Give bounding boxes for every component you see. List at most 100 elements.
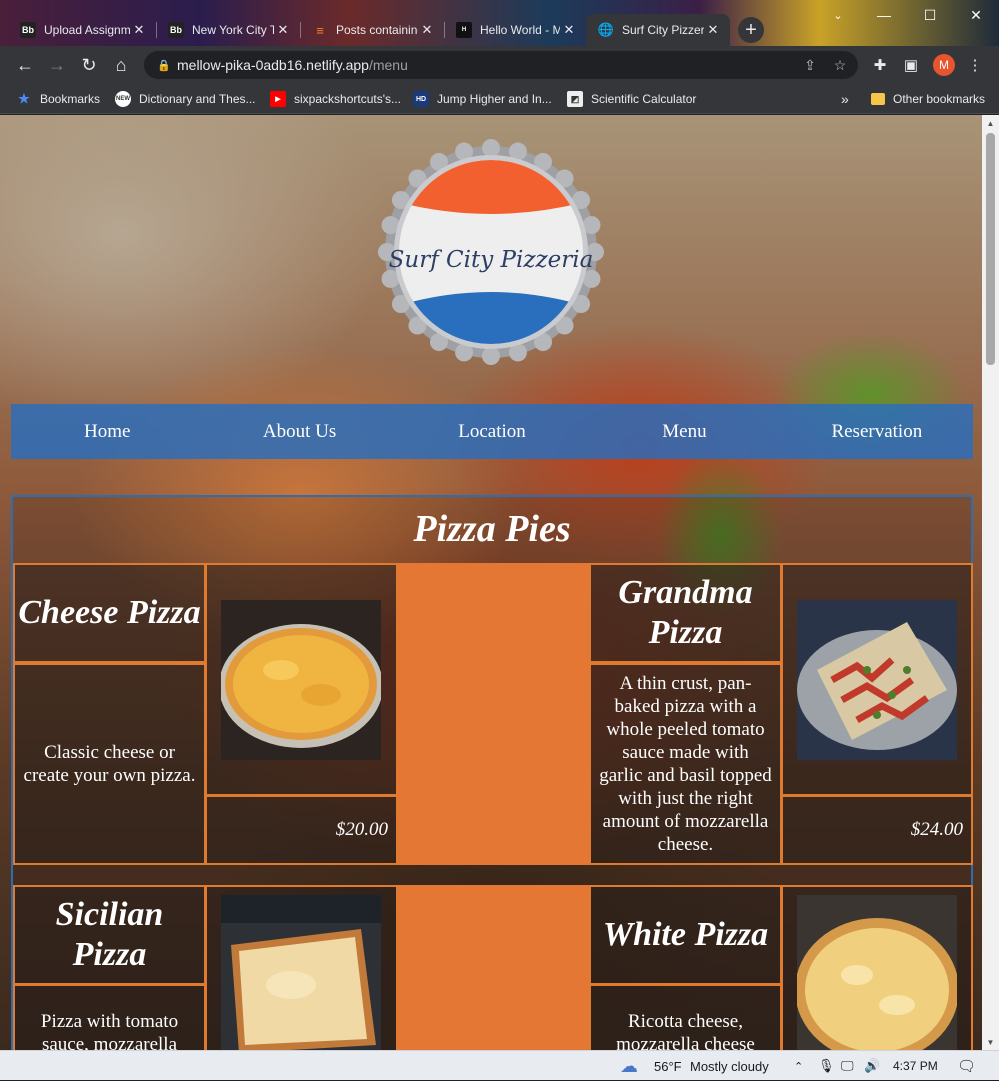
nav-menu[interactable]: Menu [588,404,780,459]
weather-cloud-icon[interactable]: ☁ [620,1051,638,1081]
grandma-pizza-photo [797,600,957,760]
bookmarks-bar: ★ Bookmarks NEW Dictionary and Thes... ▶… [0,84,999,114]
site-nav: Home About Us Location Menu Reservation [11,404,973,459]
scroll-down-icon[interactable]: ▼ [982,1034,999,1050]
back-icon[interactable]: ← [12,52,38,78]
bookmark-bookmarks[interactable]: ★ Bookmarks [16,90,100,108]
menu-title: Pizza Pies [413,508,571,550]
minimize-icon[interactable]: — [861,0,907,30]
happy-coding-icon: H [456,22,472,38]
cap-crimp-tooth [482,139,500,157]
bookmark-label: Other bookmarks [893,92,986,106]
blackboard-icon: Bb [20,22,36,38]
bookmark-star-icon[interactable]: ☆ [828,57,852,74]
new-tab-button[interactable]: + [738,17,764,43]
bookmark-sixpackshortcuts[interactable]: ▶ sixpackshortcuts's... [270,90,401,108]
nav-about-us[interactable]: About Us [203,404,395,459]
close-icon[interactable]: ✕ [560,22,578,38]
tab-surf-city-pizzeria[interactable]: 🌐 Surf City Pizzer ✕ [586,14,730,46]
bookmark-label: Scientific Calculator [591,92,697,106]
cheese-pizza-photo [221,600,381,760]
more-menu-icon[interactable]: ⋮ [964,54,986,76]
cheese-pizza-description: Classic cheese or create your own pizza. [13,663,206,865]
url-text[interactable]: mellow-pika-0adb16.netlify.app/menu [177,57,798,73]
side-panel-icon[interactable]: ▣ [900,54,922,76]
taskbar: ☁ 56°F Mostly cloudy ⌃ 🎙 🖵 🔊 4:37 PM 🗨 [0,1050,999,1080]
tray-chevron-icon[interactable]: ⌃ [794,1051,803,1081]
home-icon[interactable]: ⌂ [108,52,134,78]
dictionary-icon: NEW [115,91,131,107]
notifications-icon[interactable]: 🗨 [957,1051,976,1081]
cheese-pizza-title: Cheese Pizza [13,563,206,663]
tab-upload-assignment[interactable]: Bb Upload Assignm ✕ [8,14,156,46]
nav-home[interactable]: Home [11,404,203,459]
close-icon[interactable]: ✕ [418,22,436,38]
volume-icon[interactable]: 🔊 [864,1051,880,1081]
bookmark-label: Dictionary and Thes... [139,92,256,106]
forward-icon[interactable]: → [44,52,70,78]
lock-icon: 🔒 [157,59,171,72]
page-viewport: Surf City Pizzeria Home About Us Locatio… [0,115,999,1050]
reload-icon[interactable]: ↻ [76,52,102,78]
tab-posts-containing[interactable]: ≡ Posts containing ✕ [300,14,444,46]
star-icon: ★ [18,91,30,106]
page-scrollbar[interactable]: ▲ ▼ [982,115,999,1050]
scrollbar-thumb[interactable] [986,133,995,365]
grandma-pizza-description: A thin crust, pan-baked pizza with a who… [589,663,782,865]
microphone-icon[interactable]: 🎙 [818,1051,835,1081]
bookmark-label: Jump Higher and In... [437,92,552,106]
clock-time[interactable]: 4:37 PM [893,1051,938,1081]
nav-reservation[interactable]: Reservation [781,404,973,459]
tab-label: Hello World - M [480,23,560,37]
orange-spacer [398,563,590,865]
bookmark-label: sixpackshortcuts's... [294,92,401,106]
sicilian-pizza-photo [221,895,381,1050]
close-icon[interactable]: ✕ [274,22,292,38]
jump-icon: HD [413,91,429,107]
grandma-pizza-photo-cell [781,563,973,796]
close-icon[interactable]: ✕ [130,22,148,38]
sicilian-pizza-title: Sicilian Pizza [13,885,206,985]
avatar[interactable]: M [933,54,955,76]
stackoverflow-icon: ≡ [316,22,324,38]
bookmark-jump-higher[interactable]: HD Jump Higher and In... [413,90,552,108]
other-bookmarks[interactable]: Other bookmarks [871,90,985,108]
tab-label: Upload Assignm [44,23,130,37]
browser-toolbar: ← → ↻ ⌂ 🔒 mellow-pika-0adb16.netlify.app… [0,46,999,84]
weather-temp[interactable]: 56°F [654,1051,682,1081]
tab-strip: Bb Upload Assignm ✕ Bb New York City T ✕… [0,0,999,46]
tab-new-york-city[interactable]: Bb New York City T ✕ [156,14,300,46]
white-pizza-photo [797,895,957,1050]
sicilian-pizza-photo-cell [205,885,398,1050]
maximize-icon[interactable]: ☐ [907,0,953,30]
sicilian-pizza-description: Pizza with tomato sauce, mozzarella [13,984,206,1050]
cap-crimp-tooth [482,347,500,365]
white-pizza-description: Ricotta cheese, mozzarella cheese [589,984,782,1050]
white-pizza-title: White Pizza [589,885,782,985]
tab-hello-world[interactable]: H Hello World - M ✕ [444,14,586,46]
bookmark-scientific-calculator[interactable]: ◩ Scientific Calculator [567,90,696,108]
site-logo[interactable]: Surf City Pizzeria [378,139,604,365]
network-icon[interactable]: 🖵 [841,1051,854,1081]
cheese-pizza-price: $20.00 [205,795,398,865]
bookmark-dictionary[interactable]: NEW Dictionary and Thes... [115,90,256,108]
nav-location[interactable]: Location [396,404,588,459]
orange-spacer [398,885,590,1050]
share-icon[interactable]: ⇪ [798,57,822,74]
tab-label: Surf City Pizzer [622,23,704,37]
tab-label: Posts containing [336,23,418,37]
window-close-icon[interactable]: ✕ [953,0,999,30]
white-pizza-photo-cell [781,885,973,1050]
bookmarks-overflow-chevron-icon[interactable]: » [841,90,849,108]
menu-section: Pizza Pies Cheese Pizza Classic cheese o… [11,495,973,1050]
tab-search-icon[interactable]: ⌄ [815,0,861,30]
grandma-pizza-price: $24.00 [781,795,973,865]
youtube-icon: ▶ [270,91,286,107]
blackboard-icon: Bb [168,22,184,38]
scroll-up-icon[interactable]: ▲ [982,115,999,131]
address-bar[interactable]: 🔒 mellow-pika-0adb16.netlify.app/menu ⇪ … [144,51,858,79]
close-icon[interactable]: ✕ [704,22,722,38]
weather-desc[interactable]: Mostly cloudy [690,1051,769,1081]
extensions-icon[interactable]: ✚ [869,54,891,76]
tab-label: New York City T [192,23,274,37]
